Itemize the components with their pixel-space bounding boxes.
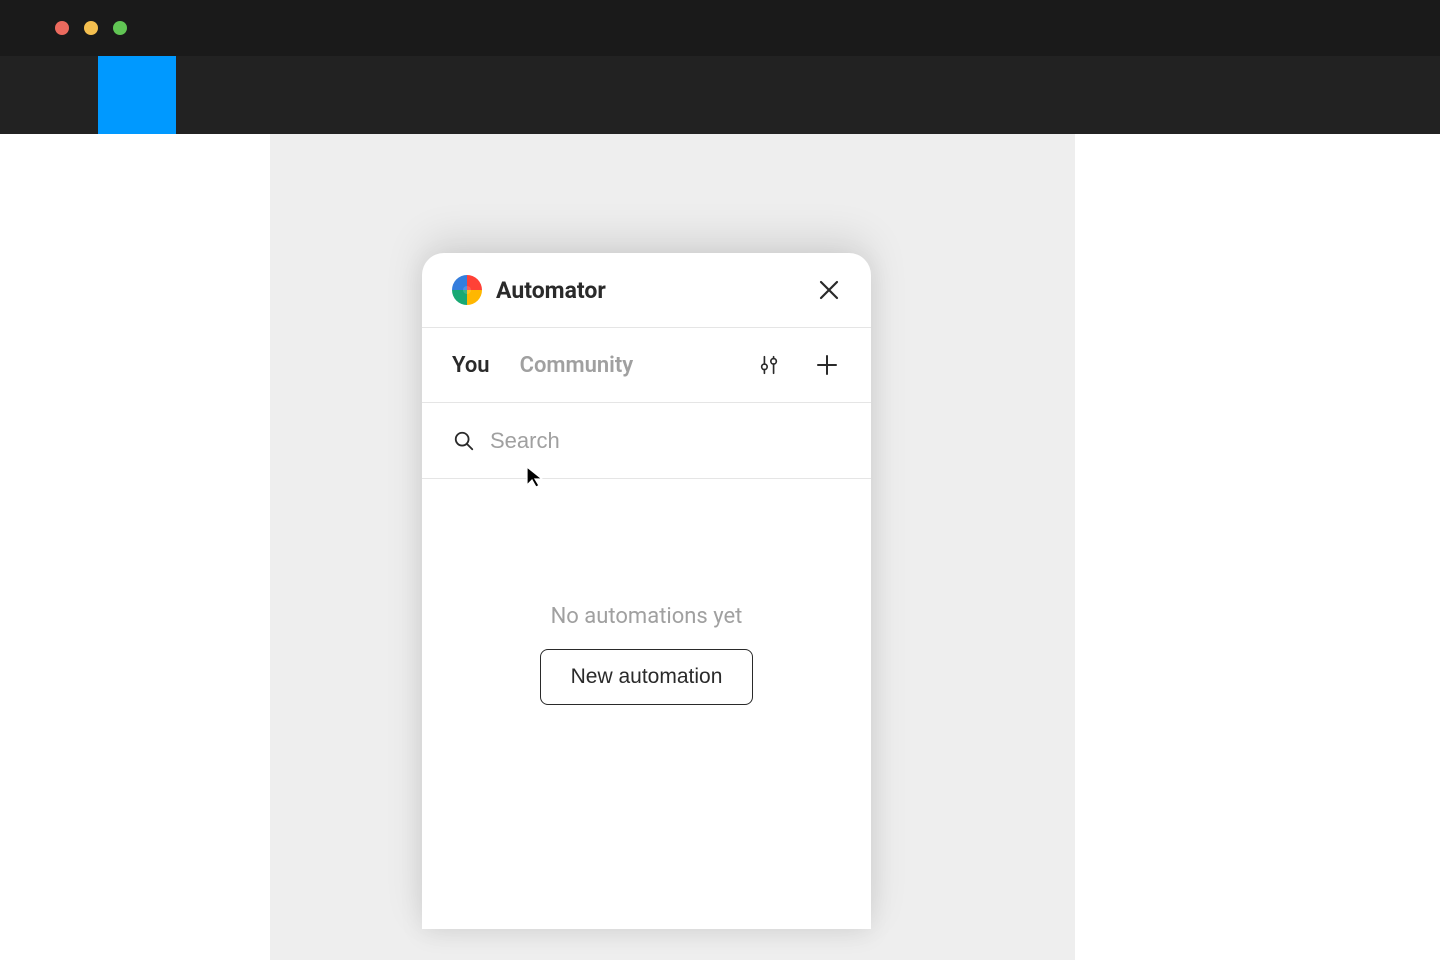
active-tool-accent[interactable] — [98, 56, 176, 134]
close-icon — [817, 278, 841, 302]
close-button[interactable] — [817, 278, 841, 302]
search-icon — [452, 429, 476, 453]
new-automation-button[interactable]: New automation — [540, 649, 754, 705]
content-area: No automations yet New automation — [422, 479, 871, 929]
cursor-icon — [524, 465, 548, 489]
window-close-icon[interactable] — [55, 21, 69, 35]
window-maximize-icon[interactable] — [113, 21, 127, 35]
panel-title: Automator — [496, 277, 817, 304]
search-input[interactable] — [490, 428, 841, 454]
tabs-row: You Community — [422, 328, 871, 403]
traffic-lights — [55, 21, 127, 35]
search-row — [422, 403, 871, 479]
add-button[interactable] — [813, 351, 841, 379]
window-minimize-icon[interactable] — [84, 21, 98, 35]
automator-panel: Automator You Community — [422, 253, 871, 929]
sliders-icon — [758, 353, 780, 377]
automator-logo-icon — [452, 275, 482, 305]
toolbar-strip — [0, 56, 1440, 134]
tab-community[interactable]: Community — [520, 353, 634, 378]
tab-you[interactable]: You — [452, 353, 490, 378]
title-bar — [0, 0, 1440, 56]
plus-icon — [815, 353, 839, 377]
panel-header: Automator — [422, 253, 871, 328]
settings-button[interactable] — [755, 351, 783, 379]
empty-state-message: No automations yet — [551, 604, 743, 629]
